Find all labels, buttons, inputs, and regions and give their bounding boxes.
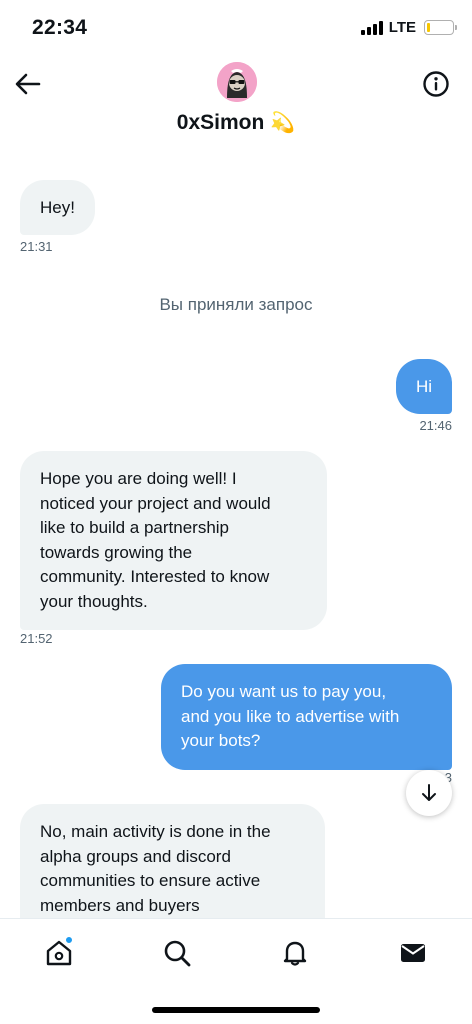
- message-line: Hope you are doing well! I: [40, 469, 237, 488]
- message-line: your bots?: [181, 731, 261, 750]
- avatar[interactable]: [217, 62, 257, 102]
- battery-level: [427, 23, 430, 32]
- incoming-message[interactable]: Hey!: [20, 180, 95, 235]
- info-icon: [423, 71, 449, 97]
- outgoing-message[interactable]: Hi: [395, 359, 452, 414]
- back-arrow-icon: [15, 73, 41, 95]
- battery-icon: [424, 20, 457, 35]
- message-line: like to build a partnership: [40, 518, 230, 537]
- message-line: noticed your project and would: [40, 493, 271, 513]
- message-line: Hey!: [40, 198, 75, 217]
- message-line: No, main activity is done in the: [40, 822, 271, 841]
- message-line: Hi: [415, 377, 432, 396]
- message-timestamp: 21:52: [20, 631, 53, 646]
- message-line: community. Interested to know: [40, 567, 270, 586]
- signal-icon: [360, 20, 383, 35]
- tab-home[interactable]: [39, 933, 79, 973]
- message-list[interactable]: д Hey! 21:31 Вы приняли запрос Hi 21:46 …: [0, 148, 472, 918]
- message-line: towards growing the: [40, 542, 193, 562]
- message-line: communities to ensure active: [40, 871, 261, 890]
- system-message: Вы приняли запрос: [159, 295, 313, 314]
- status-time: 22:34: [32, 16, 88, 39]
- notification-dot: [65, 936, 73, 944]
- incoming-message[interactable]: No, main activity is done in the alpha g…: [20, 804, 325, 918]
- back-button[interactable]: [12, 68, 44, 100]
- message-line: and you like to advertise with: [181, 706, 400, 726]
- tab-messages[interactable]: [393, 933, 433, 973]
- bell-icon: [283, 941, 307, 966]
- header-title[interactable]: 0xSimon 💫: [0, 110, 472, 135]
- conversation-header: 0xSimon 💫: [0, 56, 472, 148]
- dizzy-emoji-icon: 💫: [270, 112, 296, 134]
- outgoing-message[interactable]: Do you want us to pay you, and you like …: [161, 664, 452, 770]
- status-bar: 22:34 LTE: [0, 0, 472, 56]
- mail-icon: [401, 944, 425, 962]
- tab-search[interactable]: [157, 933, 197, 973]
- status-indicators: LTE: [360, 19, 457, 36]
- message-timestamp: 21:31: [20, 239, 53, 254]
- message-line: Do you want us to pay you,: [181, 682, 387, 701]
- home-indicator[interactable]: [152, 1007, 320, 1013]
- contact-name: 0xSimon: [176, 110, 265, 134]
- message-line: members and buyers: [40, 895, 200, 915]
- avatar-image: [217, 62, 257, 102]
- search-icon: [164, 940, 191, 967]
- info-button[interactable]: [422, 70, 450, 98]
- message-timestamp: 21:46: [419, 418, 452, 433]
- message-line: your thoughts.: [40, 591, 148, 611]
- message-line: alpha groups and discord: [40, 846, 231, 866]
- scroll-to-bottom-button[interactable]: [406, 770, 452, 816]
- tab-notifications[interactable]: [275, 933, 315, 973]
- incoming-message[interactable]: Hope you are doing well! I noticed your …: [20, 451, 327, 630]
- arrow-down-icon: [422, 784, 436, 801]
- network-type: LTE: [388, 19, 416, 36]
